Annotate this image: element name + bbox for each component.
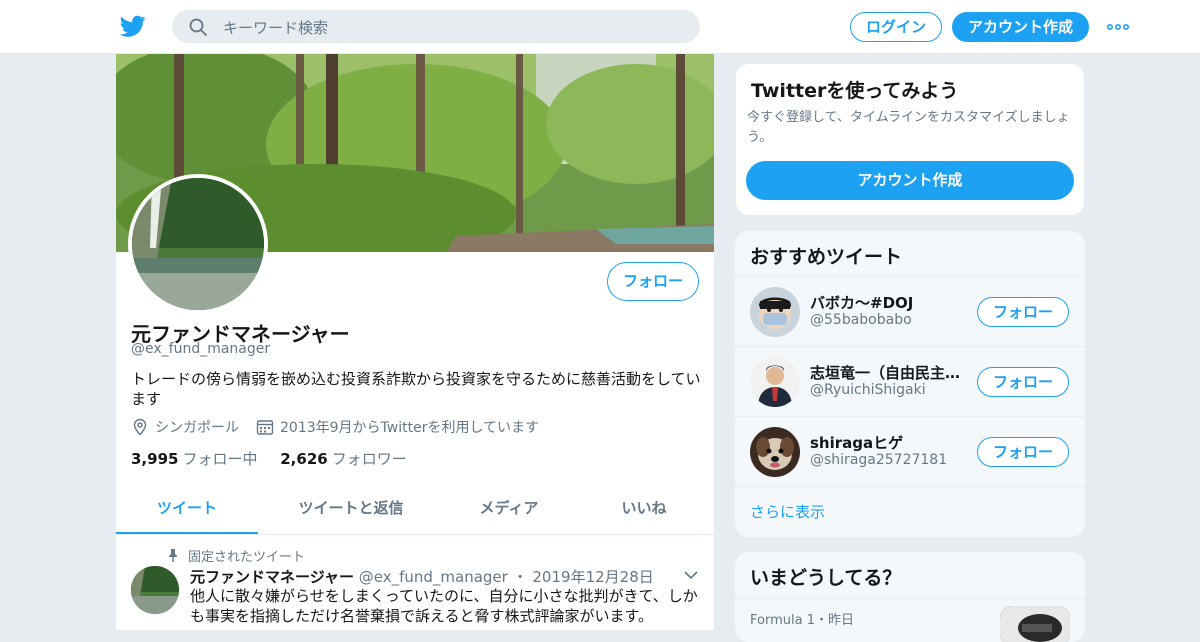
profile-stats: 3,995 フォロー中 2,626 フォロワー bbox=[131, 448, 407, 469]
recommended-account-avatar[interactable] bbox=[750, 427, 800, 477]
profile-avatar[interactable] bbox=[128, 174, 268, 314]
signup-button[interactable]: アカウント作成 bbox=[952, 12, 1089, 42]
whats-happening-card: いまどうしてる？ Formula 1・昨日 bbox=[735, 552, 1085, 642]
tab-tweets[interactable]: ツイート bbox=[116, 485, 258, 534]
pinned-tweet-label: 固定されたツイート bbox=[168, 546, 305, 565]
recommended-account-handle: @RyuichiShigaki bbox=[810, 382, 926, 398]
signup-prompt-card: Twitterを使ってみよう 今すぐ登録して、タイムラインをカスタマイズしましょ… bbox=[735, 63, 1085, 216]
recommended-follow-button[interactable]: フォロー bbox=[977, 437, 1069, 467]
followers-label: フォロワー bbox=[331, 450, 407, 468]
profile-column: フォロー 元ファンドマネージャー @ex_fund_manager トレードの傍… bbox=[116, 54, 714, 630]
search-bar[interactable]: キーワード検索 bbox=[172, 10, 700, 43]
profile-location: シンガポール bbox=[131, 417, 239, 437]
pin-icon bbox=[169, 549, 177, 562]
tweet-date[interactable]: 2019年12月28日 bbox=[532, 568, 653, 586]
recommended-account-row[interactable]: shiragaヒゲ @shiraga25727181 フォロー bbox=[735, 416, 1085, 486]
recommended-account-avatar[interactable] bbox=[750, 357, 800, 407]
whats-happening-title: いまどうしてる？ bbox=[750, 567, 902, 589]
login-button[interactable]: ログイン bbox=[850, 12, 942, 42]
chevron-down-icon[interactable] bbox=[684, 570, 698, 580]
trend-thumbnail-image[interactable] bbox=[1000, 606, 1070, 642]
signup-prompt-button[interactable]: アカウント作成 bbox=[746, 161, 1074, 200]
tweet-header: 元ファンドマネージャー @ex_fund_manager ・ 2019年12月2… bbox=[190, 568, 654, 586]
divider bbox=[735, 598, 1085, 599]
profile-joined: 2013年9月からTwitterを利用しています bbox=[256, 417, 539, 437]
top-navigation-bar: キーワード検索 ログイン アカウント作成 bbox=[0, 0, 1200, 54]
recommended-account-row[interactable]: バボカ～#DOJ @55babobabo フォロー bbox=[735, 276, 1085, 346]
tab-likes[interactable]: いいね bbox=[574, 485, 714, 534]
recommended-accounts-card: おすすめツイート バボカ～#DOJ @55babobabo フォロー 志垣竜一（… bbox=[735, 231, 1085, 537]
followers-stat[interactable]: 2,626 フォロワー bbox=[280, 450, 406, 468]
signup-prompt-title: Twitterを使ってみよう bbox=[751, 80, 959, 102]
profile-follow-button[interactable]: フォロー bbox=[607, 262, 699, 301]
pinned-tweet-label-text: 固定されたツイート bbox=[188, 550, 306, 565]
tweet-author-name[interactable]: 元ファンドマネージャー bbox=[190, 568, 354, 586]
recommended-account-handle: @55babobabo bbox=[810, 312, 912, 328]
search-icon bbox=[189, 18, 207, 36]
twitter-bird-icon[interactable] bbox=[120, 13, 146, 39]
recommended-account-avatar[interactable] bbox=[750, 287, 800, 337]
more-options-icon[interactable] bbox=[1107, 23, 1129, 31]
search-placeholder[interactable]: キーワード検索 bbox=[223, 17, 328, 38]
following-label: フォロー中 bbox=[182, 450, 258, 468]
profile-bio: トレードの傍ら情弱を嵌め込む投資系詐欺から投資家を守るために慈善活動をしています bbox=[131, 370, 701, 408]
following-count: 3,995 bbox=[131, 450, 179, 468]
tweet-author-handle[interactable]: @ex_fund_manager bbox=[359, 568, 508, 586]
recommended-account-name: バボカ～#DOJ bbox=[810, 294, 914, 312]
profile-tabs: ツイート ツイートと返信 メディア いいね bbox=[116, 485, 714, 535]
profile-location-text: シンガポール bbox=[155, 420, 239, 436]
recommended-account-row[interactable]: 志垣竜一（自由民主党） @RyuichiShigaki フォロー bbox=[735, 346, 1085, 416]
profile-joined-text: 2013年9月からTwitterを利用しています bbox=[280, 420, 540, 436]
following-stat[interactable]: 3,995 フォロー中 bbox=[131, 450, 257, 468]
recommended-account-handle: @shiraga25727181 bbox=[810, 452, 948, 468]
calendar-icon bbox=[256, 420, 274, 435]
tab-tweets-and-replies[interactable]: ツイートと返信 bbox=[258, 485, 444, 534]
signup-prompt-description: 今すぐ登録して、タイムラインをカスタマイズしましょう。 bbox=[747, 110, 1070, 145]
profile-handle[interactable]: @ex_fund_manager bbox=[131, 341, 270, 357]
divider bbox=[735, 486, 1085, 487]
recommended-follow-button[interactable]: フォロー bbox=[977, 297, 1069, 327]
tweet-author-avatar[interactable] bbox=[131, 566, 179, 614]
tweet-text: 他人に散々嫌がらせをしまくっていたのに、自分に小さな批判がきて、しかも事実を指摘… bbox=[190, 587, 698, 625]
recommended-account-name: 志垣竜一（自由民主党） bbox=[810, 364, 962, 382]
recommended-follow-button[interactable]: フォロー bbox=[977, 367, 1069, 397]
recommended-title: おすすめツイート bbox=[750, 246, 903, 268]
show-more-link[interactable]: さらに表示 bbox=[750, 501, 825, 522]
tab-media[interactable]: メディア bbox=[444, 485, 574, 534]
followers-count: 2,626 bbox=[280, 450, 328, 468]
location-pin-icon bbox=[133, 418, 147, 436]
recommended-account-name: shiragaヒゲ bbox=[810, 434, 904, 452]
trend-meta[interactable]: Formula 1・昨日 bbox=[750, 609, 854, 628]
